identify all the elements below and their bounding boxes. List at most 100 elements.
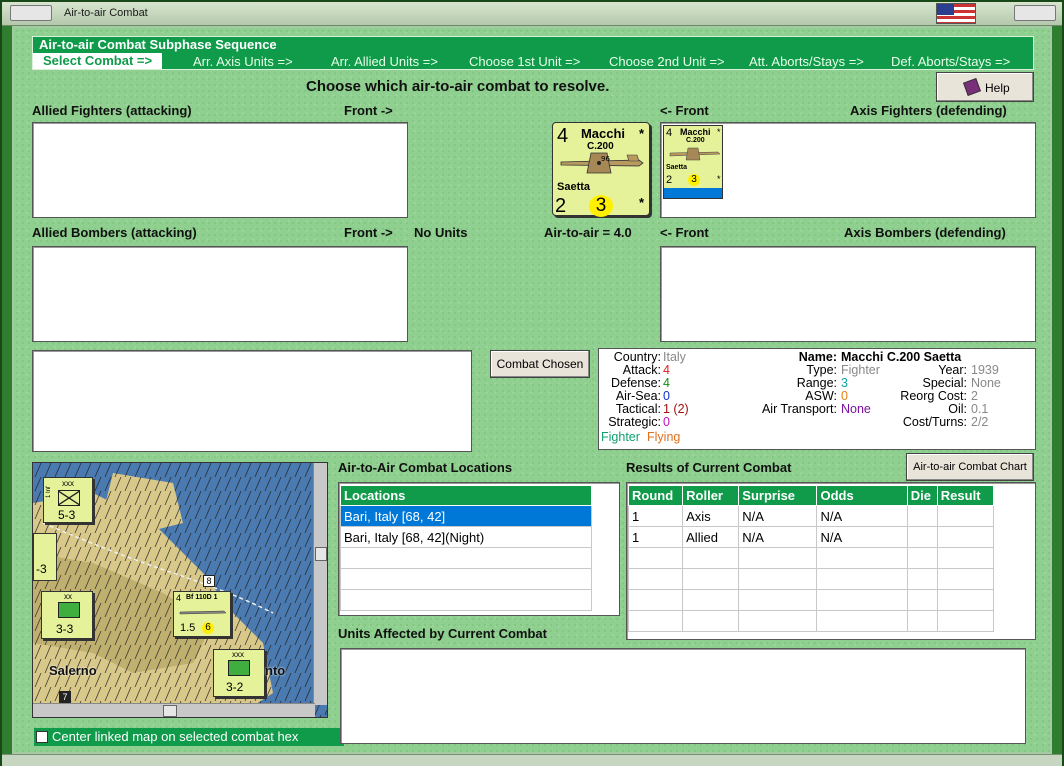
- info-airsea-value: 0: [663, 389, 670, 403]
- country-flag-icon: [936, 3, 976, 24]
- allied-fighters-label: Allied Fighters (attacking): [32, 103, 192, 118]
- window-bottom-bar: [2, 754, 1062, 766]
- map-unit-ilarita[interactable]: xxx 3-2: [213, 649, 265, 697]
- info-country-value: Italy: [663, 350, 686, 364]
- map-unit1-size: xxx: [62, 479, 74, 488]
- axis-fighters-box[interactable]: 4 Macchi * C.200 Saetta 2 3 *: [660, 122, 1036, 218]
- map-unit-inf-1[interactable]: xxx 1 Inf 5-3: [43, 477, 93, 523]
- help-button[interactable]: Help: [936, 72, 1034, 102]
- map-vertical-scrollbar[interactable]: [313, 463, 327, 705]
- air-combat-chart-button[interactable]: Air-to-air Combat Chart: [906, 453, 1034, 481]
- seq-step-arr-axis[interactable]: Arr. Axis Units =>: [193, 54, 293, 69]
- allied-fighters-front: Front ->: [344, 103, 393, 118]
- info-special-value: None: [971, 376, 1001, 390]
- results-table-panel: Round Roller Surprise Odds Die Result 1 …: [626, 482, 1036, 640]
- map-unit3-values: 3-3: [56, 622, 74, 636]
- cell: [936, 526, 995, 548]
- small-model: C.200: [686, 137, 705, 144]
- info-transport-key: Air Transport:: [761, 402, 837, 416]
- map-horizontal-scrollbar[interactable]: [33, 703, 315, 717]
- title-bar: Air-to-air Combat: [2, 2, 1062, 26]
- counter-star-bottom: *: [639, 195, 645, 210]
- air-to-air-value: Air-to-air = 4.0: [544, 225, 632, 240]
- results-row: 1 Allied N/A N/A: [627, 526, 995, 548]
- cell: Allied: [682, 526, 740, 548]
- system-menu-button[interactable]: [10, 5, 52, 21]
- info-year-key: Year:: [938, 363, 967, 377]
- map-city-label-2: nto: [265, 663, 286, 678]
- locations-label: Air-to-Air Combat Locations: [338, 460, 513, 475]
- allied-fighters-box[interactable]: [32, 122, 408, 218]
- linked-map[interactable]: xxx 1 Inf 5-3 -3 xx 3-3 4 Bf 110D 1 1.5: [32, 462, 328, 718]
- small-rating: 3: [688, 174, 700, 186]
- info-asw-value: 0: [841, 389, 848, 403]
- map-unit4-rating: 6: [202, 622, 214, 634]
- map-unit4-attack: 4: [176, 593, 182, 603]
- cell: 1: [627, 505, 684, 527]
- seq-step-att-aborts[interactable]: Att. Aborts/Stays =>: [749, 54, 864, 69]
- info-cost-value: 2/2: [971, 415, 989, 429]
- center-map-label: Center linked map on selected combat hex: [52, 729, 299, 744]
- map-marker-7: 7: [59, 691, 71, 703]
- allied-bombers-front: Front ->: [344, 225, 393, 240]
- location-row-empty[interactable]: [340, 589, 592, 611]
- selected-unit-counter[interactable]: 4 Macchi * C.200 96 Saetta 2 3 *: [552, 122, 650, 217]
- info-name-key: Name:: [798, 350, 837, 364]
- location-row[interactable]: Bari, Italy [68, 42](Night): [340, 526, 592, 548]
- seq-step-select-combat[interactable]: Select Combat =>: [33, 53, 163, 69]
- plane-tail-code: 96: [601, 155, 610, 163]
- axis-bombers-label: Axis Bombers (defending): [844, 225, 1006, 240]
- allied-bombers-box[interactable]: [32, 246, 408, 342]
- small-star: *: [717, 127, 721, 137]
- axis-bombers-box[interactable]: [660, 246, 1036, 342]
- checkbox-box[interactable]: [36, 731, 48, 743]
- cell: [906, 505, 938, 527]
- sequence-bar: Air-to-air Combat Subphase Sequence Sele…: [32, 36, 1034, 70]
- no-units-label: No Units: [414, 225, 468, 240]
- motorized-symbol-icon-2: [228, 660, 250, 676]
- seq-step-arr-allied[interactable]: Arr. Allied Units =>: [331, 54, 438, 69]
- seq-step-def-aborts[interactable]: Def. Aborts/Stays =>: [891, 54, 1010, 69]
- info-type-key: Type:: [806, 363, 837, 377]
- location-row-empty[interactable]: [340, 547, 592, 569]
- locations-header: Locations: [340, 485, 592, 506]
- info-strategic-key: Strategic:: [608, 415, 661, 429]
- map-unit-bersagl[interactable]: xx 3-3: [41, 591, 93, 639]
- close-button[interactable]: [1014, 5, 1056, 21]
- locations-list[interactable]: Locations Bari, Italy [68, 42] Bari, Ita…: [338, 482, 620, 616]
- info-tactical-value: 1 (2): [663, 402, 689, 416]
- axis-fighter-counter-small[interactable]: 4 Macchi * C.200 Saetta 2 3 *: [663, 125, 723, 199]
- map-unit2-values: -3: [36, 562, 47, 576]
- cell: N/A: [816, 505, 908, 527]
- info-country-key: Country:: [613, 350, 661, 364]
- cell: Axis: [682, 505, 740, 527]
- counter-name: Macchi: [580, 126, 626, 141]
- allied-bombers-label: Allied Bombers (attacking): [32, 225, 197, 240]
- results-header-odds: Odds: [816, 485, 908, 506]
- info-attack-key: Attack:: [622, 363, 661, 377]
- axis-bombers-front: <- Front: [660, 225, 709, 240]
- seq-step-2nd-unit[interactable]: Choose 2nd Unit =>: [609, 54, 725, 69]
- map-unit-partial[interactable]: -3: [33, 533, 57, 581]
- results-header-round: Round: [627, 485, 684, 506]
- plane-icon: 96: [560, 152, 644, 174]
- combat-chosen-button[interactable]: Combat Chosen: [490, 350, 590, 378]
- location-row-empty[interactable]: [340, 568, 592, 590]
- cell: 1: [627, 526, 684, 548]
- map-unit-bf110[interactable]: 4 Bf 110D 1 1.5 6: [173, 591, 231, 637]
- location-row[interactable]: Bari, Italy [68, 42]: [340, 505, 592, 527]
- results-row: 1 Axis N/A N/A: [627, 505, 995, 527]
- info-type-value: Fighter: [841, 363, 880, 377]
- results-row-empty: [627, 547, 995, 569]
- center-map-checkbox[interactable]: Center linked map on selected combat hex: [34, 728, 344, 746]
- small-subname: Saetta: [666, 164, 688, 171]
- counter-attack: 4: [557, 125, 569, 147]
- map-hscroll-thumb[interactable]: [163, 705, 177, 717]
- small-name: Macchi: [680, 127, 711, 137]
- small-plane-icon: [669, 147, 721, 161]
- map-plane-icon: [179, 610, 227, 615]
- info-attack-value: 4: [663, 363, 670, 377]
- map-vscroll-thumb[interactable]: [315, 547, 327, 561]
- info-asw-key: ASW:: [805, 389, 837, 403]
- seq-step-1st-unit[interactable]: Choose 1st Unit =>: [469, 54, 580, 69]
